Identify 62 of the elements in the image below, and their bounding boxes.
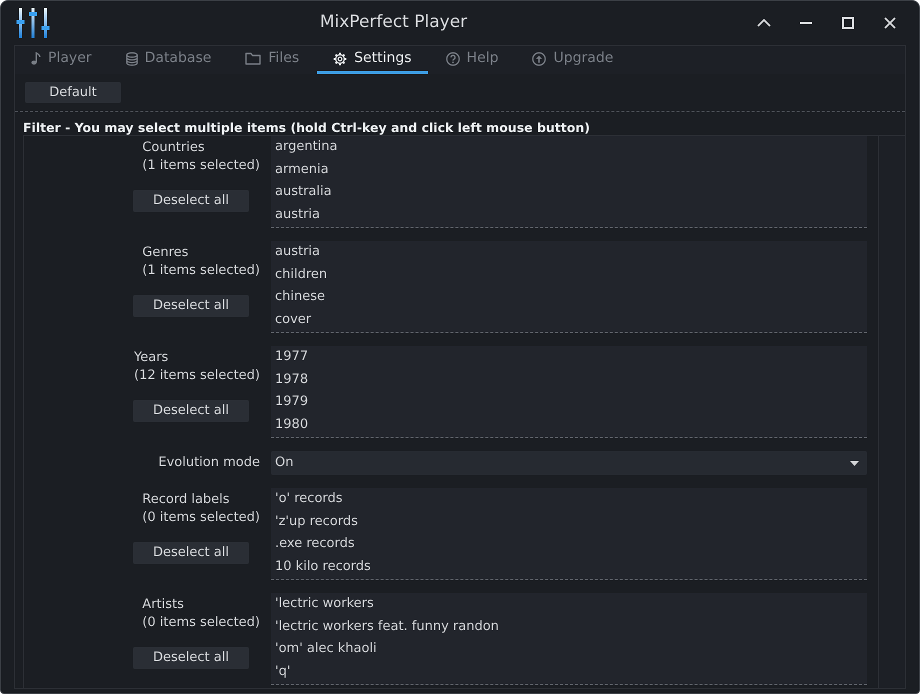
list-item[interactable]: 1977 bbox=[275, 346, 308, 368]
list-item[interactable]: chinese bbox=[275, 286, 326, 308]
selection-count: (1 items selected) bbox=[142, 262, 260, 280]
tab[interactable]: Upgrade bbox=[516, 46, 630, 74]
help-icon bbox=[446, 52, 460, 66]
field-label: Artists bbox=[142, 596, 184, 614]
tab[interactable]: Database bbox=[110, 46, 228, 74]
list-item[interactable]: .exe records bbox=[275, 533, 355, 556]
selection-count: (1 items selected) bbox=[142, 157, 260, 175]
field-label: Countries bbox=[142, 139, 205, 157]
selection-count: (12 items selected) bbox=[134, 367, 260, 385]
list-item[interactable]: 1980 bbox=[275, 414, 308, 436]
close-icon bbox=[884, 17, 896, 29]
deselect-all-button[interactable]: Deselect all bbox=[133, 400, 249, 422]
list-item[interactable]: 'om' alec khaoli bbox=[275, 638, 377, 660]
maximize-icon bbox=[842, 17, 854, 29]
deselect-all-button[interactable]: Deselect all bbox=[133, 190, 249, 212]
filter-heading: Filter - You may select multiple items (hold Ctrl-key and click left mouse button) bbox=[23, 120, 591, 135]
list-item[interactable]: 'lectric workers bbox=[275, 593, 374, 616]
list-item[interactable]: 10 kilo records bbox=[275, 556, 371, 578]
list-box[interactable]: argentina armenia australia austria bbox=[271, 136, 867, 228]
window-title: MixPerfect Player bbox=[318, 11, 468, 34]
tab[interactable]: Player bbox=[15, 46, 108, 74]
list-item[interactable]: children bbox=[275, 264, 328, 286]
list-item[interactable]: austria bbox=[275, 204, 320, 226]
database-icon bbox=[126, 52, 138, 66]
list-item[interactable]: 1979 bbox=[275, 391, 308, 414]
minimize-icon bbox=[800, 22, 812, 24]
list-item[interactable]: 'o' records bbox=[275, 488, 343, 510]
selection-count: (0 items selected) bbox=[142, 614, 260, 632]
music-note-icon bbox=[31, 52, 41, 65]
list-item[interactable]: austria bbox=[275, 241, 320, 264]
field-label: Years bbox=[134, 349, 168, 367]
list-item[interactable]: argentina bbox=[275, 136, 338, 158]
caret-icon bbox=[850, 460, 859, 466]
chevron-up-icon bbox=[757, 19, 771, 27]
tab[interactable]: Help bbox=[430, 46, 514, 74]
list-item[interactable]: 'z'up records bbox=[275, 510, 358, 533]
deselect-all-button[interactable]: Deselect all bbox=[133, 647, 249, 669]
list-item[interactable]: cover bbox=[275, 308, 312, 331]
default-button[interactable]: Default bbox=[25, 82, 121, 103]
selection-count: (0 items selected) bbox=[142, 509, 260, 527]
list-item[interactable]: 'lectric workers feat. funny randon bbox=[275, 616, 499, 638]
tab[interactable]: Files bbox=[229, 46, 316, 74]
sliders-icon bbox=[16, 8, 50, 38]
deselect-all-button[interactable]: Deselect all bbox=[133, 542, 249, 564]
list-item[interactable]: 'q' bbox=[275, 660, 290, 683]
list-box[interactable]: 'o' records 'z'up records .exe records 10 kilo records bbox=[271, 488, 867, 580]
folder-icon bbox=[245, 52, 262, 65]
list-item[interactable]: australia bbox=[275, 181, 332, 204]
deselect-all-button[interactable]: Deselect all bbox=[133, 295, 249, 317]
list-item[interactable]: 1978 bbox=[275, 368, 308, 391]
field-label: Record labels bbox=[142, 491, 230, 509]
list-item[interactable]: armenia bbox=[275, 158, 329, 181]
list-box[interactable]: 1977 1978 1979 1980 bbox=[271, 346, 867, 438]
field-label: Genres bbox=[142, 244, 188, 262]
field-label: Evolution mode bbox=[158, 454, 260, 472]
list-box[interactable]: austria children chinese cover bbox=[271, 241, 867, 333]
list-box[interactable]: 'lectric workers 'lectric workers feat. funny randon 'om' alec khaoli 'q' bbox=[271, 593, 867, 685]
settings-icon bbox=[333, 52, 348, 66]
dropdown[interactable]: On bbox=[271, 451, 867, 475]
upload-circle-icon bbox=[532, 52, 546, 66]
